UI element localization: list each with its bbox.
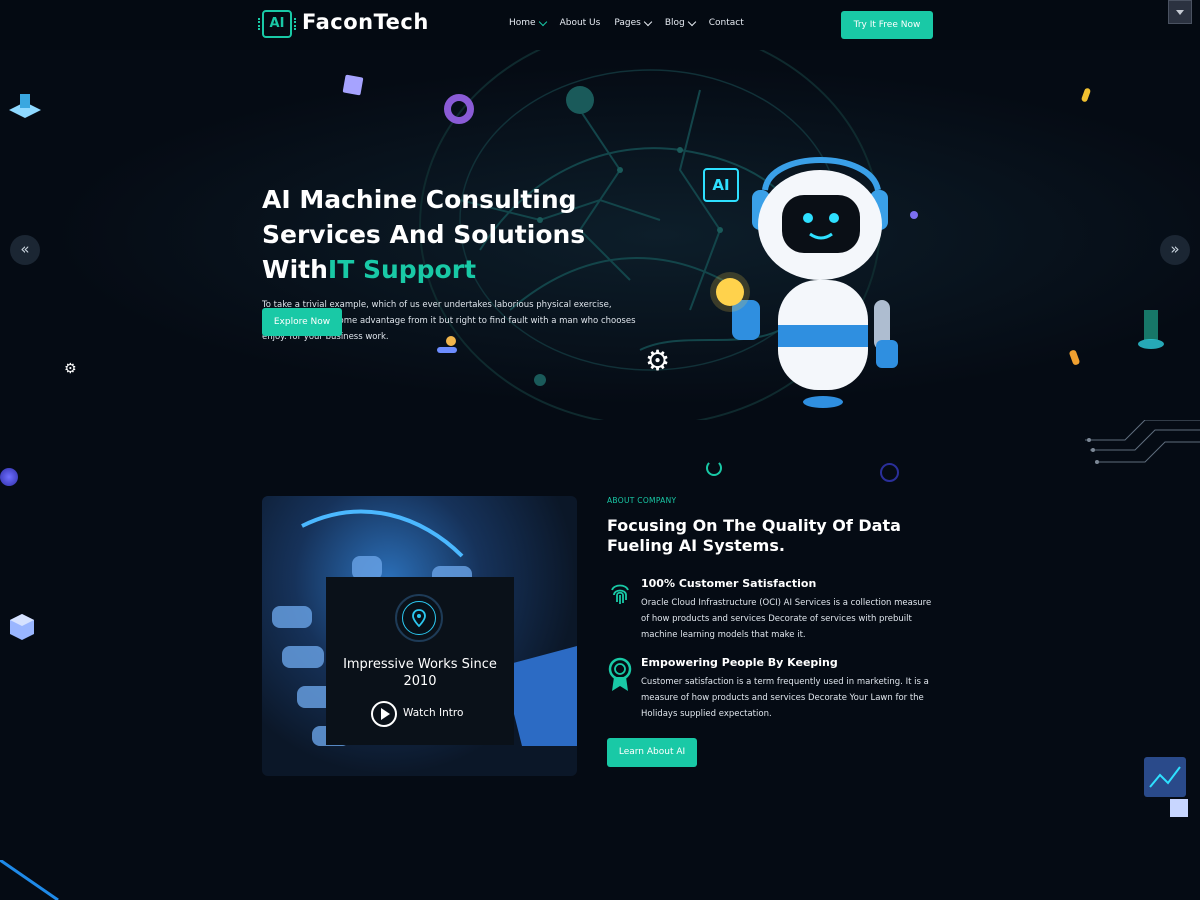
feature-title: Empowering People By Keeping (641, 656, 838, 669)
nav-item-label: About Us (559, 18, 601, 28)
nav-item-label: Contact (708, 18, 744, 28)
location-pin-icon (402, 601, 436, 635)
nav-item-pages[interactable]: Pages (614, 17, 653, 28)
hologram-decoration-icon (8, 92, 42, 122)
monitor-decoration-icon (1140, 755, 1190, 820)
ring-decoration-icon (880, 463, 899, 482)
hero-title-line: WithIT Support (262, 252, 682, 287)
award-badge-icon (607, 657, 633, 693)
about-title: Focusing On The Quality Of Data Fueling … (607, 516, 901, 555)
site-logo-text[interactable]: FaconTech (302, 10, 429, 34)
slider-prev-button[interactable]: « (10, 235, 40, 265)
nav-item-label: Home (509, 18, 536, 28)
try-free-button[interactable]: Try It Free Now (841, 11, 933, 39)
gear-icon: ⚙ (64, 361, 77, 377)
hero-title-line: Services And Solutions (262, 220, 586, 249)
orb-decoration-icon (0, 468, 18, 486)
chevron-down-icon (643, 17, 653, 26)
chevron-down-icon (687, 17, 696, 26)
main-nav: Home About Us Pages Blog Contact (509, 17, 744, 28)
loading-ring-icon (706, 460, 722, 476)
cube-decoration-icon (8, 612, 36, 648)
hero-title: AI Machine Consulting Services And Solut… (262, 182, 682, 287)
nav-item-label: Blog (664, 18, 685, 28)
video-card-title: Impressive Works Since 2010 (343, 657, 497, 689)
nav-item-about-us[interactable]: About Us (560, 18, 601, 28)
dropdown-toggle-button[interactable] (1168, 0, 1192, 24)
hologram-plant-icon (1136, 306, 1166, 352)
feature-description: Oracle Cloud Infrastructure (OCI) AI Ser… (641, 598, 932, 640)
nav-item-blog[interactable]: Blog (664, 17, 696, 28)
light-streak-decoration (0, 860, 59, 900)
hero-section: ⚙ ⚙ AI Machine Consulting Services And S… (0, 50, 1200, 420)
hero-title-accent: IT Support (327, 255, 477, 284)
torus-decoration-icon (444, 94, 474, 124)
nav-item-home[interactable]: Home (509, 17, 547, 28)
feature-description: Customer satisfaction is a term frequent… (641, 677, 929, 719)
explore-now-button[interactable]: Explore Now (262, 308, 342, 336)
about-eyebrow: ABOUT COMPANY (607, 496, 677, 505)
chevron-down-icon (538, 17, 547, 26)
slider-next-button[interactable]: » (1160, 235, 1190, 265)
learn-about-ai-button[interactable]: Learn About AI (607, 738, 697, 767)
site-header: AI FaconTech Home About Us Pages Blog Co… (0, 0, 1200, 50)
hero-title-line: AI Machine Consulting (262, 185, 577, 214)
nav-item-contact[interactable]: Contact (709, 18, 744, 28)
circuit-lines-decoration (1085, 420, 1200, 464)
gear-icon: ⚙ (645, 344, 671, 377)
fingerprint-icon (607, 580, 633, 606)
feature-title: 100% Customer Satisfaction (641, 577, 817, 590)
ai-chip-icon: AI (703, 168, 739, 202)
cube-decoration-icon (342, 74, 364, 96)
nav-item-label: Pages (614, 18, 641, 28)
capsule-decoration-icon (1080, 87, 1092, 103)
watch-intro-link[interactable]: Watch Intro (403, 707, 463, 719)
capsule-decoration-icon (1068, 349, 1081, 366)
hero-title-text: With (262, 255, 328, 284)
play-icon[interactable] (371, 701, 397, 727)
ai-chip-logo-icon[interactable]: AI (258, 10, 296, 38)
